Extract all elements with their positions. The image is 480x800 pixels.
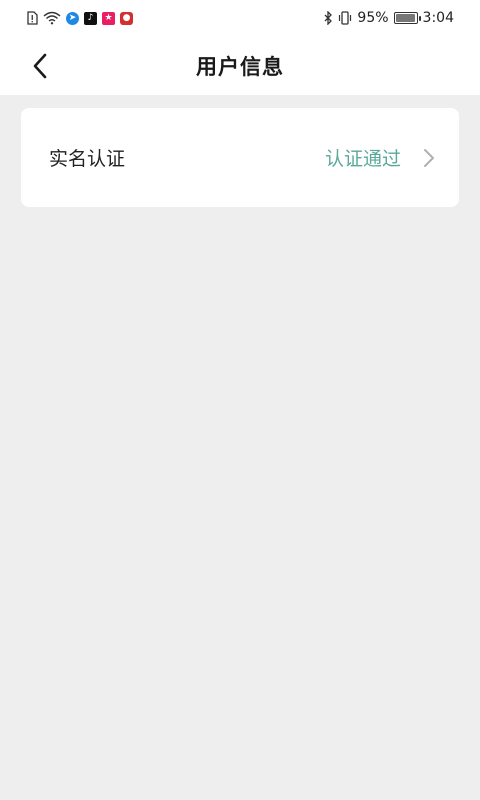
status-time: 3:04 (422, 10, 454, 26)
tiktok-icon: ♪ (84, 11, 97, 25)
app-notification-icon: ★ (102, 11, 115, 25)
status-right: 95% 3:04 (323, 10, 454, 26)
verification-status: 认证通过 (324, 148, 401, 170)
item-label: 实名认证 (49, 148, 126, 170)
app-notification-icon: ➤ (66, 11, 79, 25)
real-name-verification-item[interactable]: 实名认证 认证通过 (21, 108, 459, 207)
wifi-icon (43, 11, 61, 25)
app-notification-icon: ● (120, 11, 133, 25)
status-bar: ➤ ♪ ★ ● 95% 3:04 (0, 0, 480, 36)
back-button[interactable] (20, 46, 60, 86)
chevron-right-icon (423, 148, 435, 168)
page-title: 用户信息 (196, 54, 284, 79)
battery-icon (393, 12, 421, 24)
bluetooth-icon (323, 11, 333, 25)
chevron-left-icon (33, 53, 47, 79)
nav-bar: 用户信息 (0, 36, 480, 95)
status-left: ➤ ♪ ★ ● (26, 11, 133, 25)
vibrate-icon (338, 11, 352, 25)
sim-alert-icon (26, 11, 38, 25)
battery-percent: 95% (357, 10, 389, 26)
